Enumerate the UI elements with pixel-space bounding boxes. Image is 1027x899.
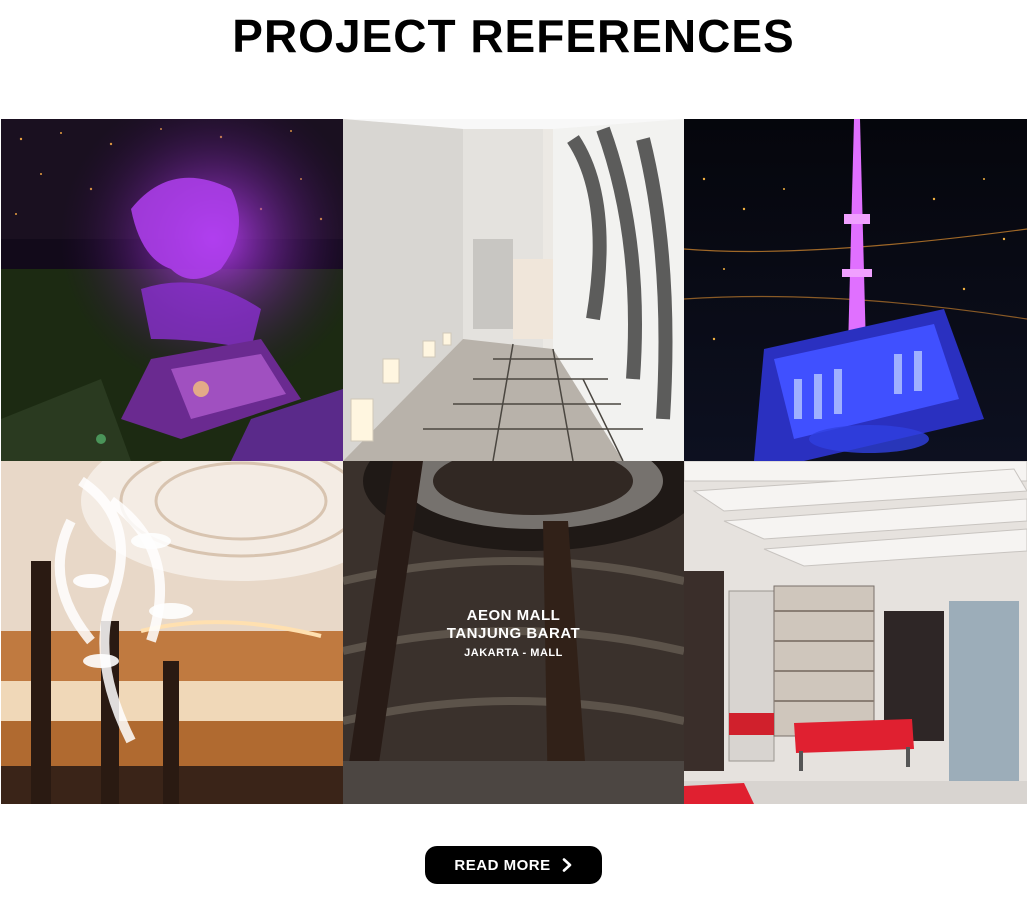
project-image-atrium	[1, 461, 343, 804]
section-title: PROJECT REFERENCES	[232, 10, 795, 62]
project-tile-atrium[interactable]	[1, 461, 343, 804]
read-more-label: READ MORE	[454, 856, 551, 874]
project-tile-tower[interactable]	[684, 119, 1027, 461]
project-category: JAKARTA - MALL	[464, 646, 563, 659]
project-image-store	[684, 461, 1027, 804]
chevron-right-icon	[562, 858, 571, 872]
project-image-tower	[684, 119, 1027, 461]
project-grid: AEON MALL TANJUNG BARAT JAKARTA - MALL	[1, 119, 1027, 804]
project-name-line1: AEON MALL	[466, 606, 561, 624]
project-tile-garuda[interactable]	[1, 119, 343, 461]
project-tile-corridor[interactable]	[343, 119, 684, 461]
project-tile-aeon-mall[interactable]: AEON MALL TANJUNG BARAT JAKARTA - MALL	[343, 461, 684, 804]
read-more-button[interactable]: READ MORE	[425, 846, 602, 884]
project-tile-store[interactable]	[684, 461, 1027, 804]
project-name-line2: TANJUNG BARAT	[446, 624, 581, 642]
project-caption: AEON MALL TANJUNG BARAT JAKARTA - MALL	[343, 461, 684, 804]
project-image-garuda	[1, 119, 343, 461]
project-image-corridor	[343, 119, 684, 461]
